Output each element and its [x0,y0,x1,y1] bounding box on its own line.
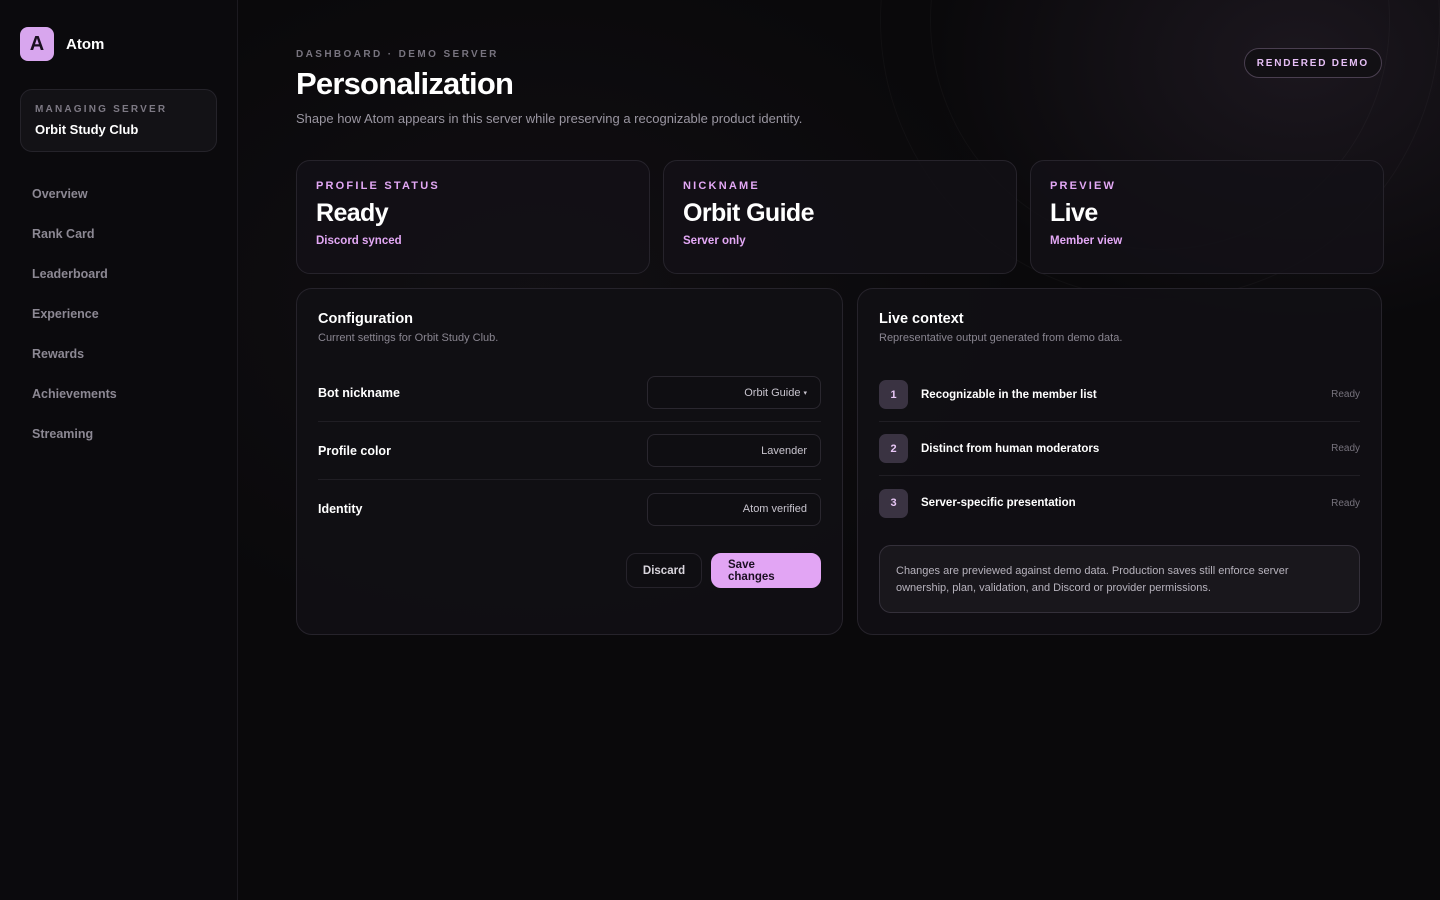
configuration-title: Configuration [318,311,414,327]
sidebar-item-achievements[interactable]: Achievements [32,384,117,424]
brand[interactable]: A Atom [20,27,104,61]
sidebar-item-experience[interactable]: Experience [32,304,117,344]
save-changes-button[interactable]: Save changes [711,553,821,588]
field-value: Atom verified [742,503,807,515]
step-number-badge: 1 [879,380,908,409]
sidebar-item-overview[interactable]: Overview [32,184,117,224]
stat-key: PROFILE STATUS [316,180,440,192]
configuration-fields: Bot nickname Orbit Guide ▾ Profile color… [318,364,821,538]
sidebar: A Atom MANAGING SERVER Orbit Study Club … [0,0,238,900]
field-value: Orbit Guide [744,386,801,399]
stat-key: PREVIEW [1050,180,1117,192]
stat-card-preview: PREVIEW Live Member view [1030,160,1384,274]
list-item-text: Server-specific presentation [921,497,1076,509]
stat-value: Ready [316,199,389,227]
bot-nickname-select[interactable]: Orbit Guide ▾ [647,376,821,409]
brand-name: Atom [66,35,105,53]
step-number-badge: 2 [879,434,908,463]
sidebar-nav: Overview Rank Card Leaderboard Experienc… [32,184,117,464]
sidebar-item-rank-card[interactable]: Rank Card [32,224,117,264]
chevron-down-icon: ▾ [803,389,807,397]
page-subtitle: Shape how Atom appears in this server wh… [296,111,803,126]
sidebar-item-leaderboard[interactable]: Leaderboard [32,264,117,304]
configuration-panel: Configuration Current settings for Orbit… [296,288,843,635]
breadcrumb: DASHBOARD · DEMO SERVER [296,49,499,60]
server-switcher[interactable]: MANAGING SERVER Orbit Study Club [20,89,217,152]
field-row-bot-nickname: Bot nickname Orbit Guide ▾ [318,364,821,422]
field-row-identity: Identity Atom verified [318,480,821,538]
server-name: Orbit Study Club [35,122,139,137]
stat-sub: Discord synced [316,235,402,247]
list-item: 2 Distinct from human moderators Ready [879,422,1360,476]
profile-color-field[interactable]: Lavender [647,434,821,467]
field-row-profile-color: Profile color Lavender [318,422,821,480]
demo-data-notice: Changes are previewed against demo data.… [879,545,1360,613]
app-root: A Atom MANAGING SERVER Orbit Study Club … [0,0,1440,900]
stat-value: Orbit Guide [683,199,815,227]
live-context-panel: Live context Representative output gener… [857,288,1382,635]
status-label: Ready [1331,443,1360,454]
status-label: Ready [1331,389,1360,400]
discard-button[interactable]: Discard [626,553,702,588]
stat-sub: Member view [1050,235,1123,247]
list-item-text: Recognizable in the member list [921,388,1097,401]
live-context-list: 1 Recognizable in the member list Ready … [879,368,1360,530]
status-label: Ready [1331,497,1360,509]
step-number-badge: 3 [879,488,908,518]
page-title: Personalization [296,66,514,101]
rendered-demo-badge: RENDERED DEMO [1243,48,1382,78]
stat-key: NICKNAME [683,180,760,192]
sidebar-item-streaming[interactable]: Streaming [32,424,117,464]
stat-value: Live [1050,199,1098,227]
list-item: 3 Server-specific presentation Ready [879,476,1360,530]
field-label: Profile color [318,443,391,458]
live-context-title: Live context [879,311,964,327]
configuration-subtitle: Current settings for Orbit Study Club. [318,332,499,344]
identity-field[interactable]: Atom verified [647,492,821,526]
stat-card-profile-status: PROFILE STATUS Ready Discord synced [296,160,650,274]
list-item: 1 Recognizable in the member list Ready [879,368,1360,422]
field-label: Bot nickname [318,385,400,400]
stat-card-nickname: NICKNAME Orbit Guide Server only [663,160,1017,274]
list-item-text: Distinct from human moderators [921,442,1100,455]
live-context-subtitle: Representative output generated from dem… [879,332,1123,344]
stat-cards: PROFILE STATUS Ready Discord synced NICK… [296,160,1384,274]
field-label: Identity [318,502,363,516]
form-actions: Discard Save changes [626,553,821,588]
atom-logo-icon: A [20,27,54,61]
field-value: Lavender [761,444,807,457]
server-label: MANAGING SERVER [35,104,168,115]
stat-sub: Server only [683,235,746,247]
sidebar-item-rewards[interactable]: Rewards [32,344,117,384]
